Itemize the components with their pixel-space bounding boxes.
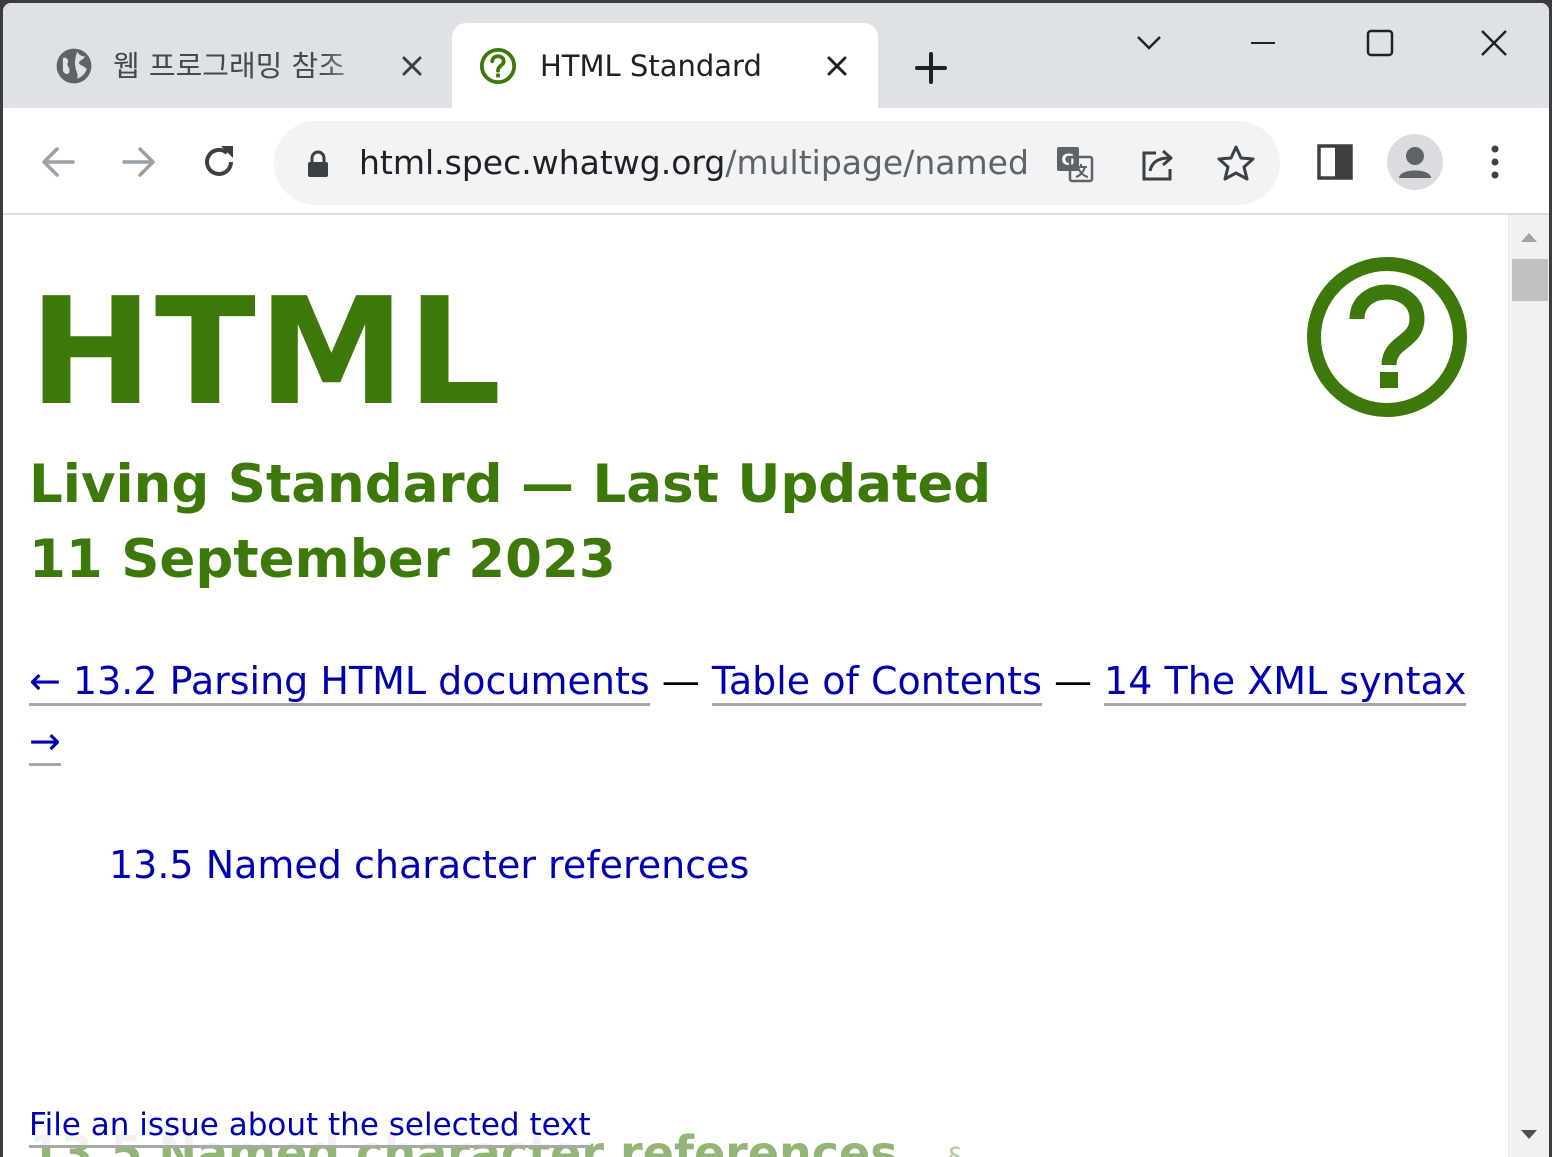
profile-avatar[interactable] (1387, 134, 1443, 190)
scrollbar-thumb[interactable] (1512, 259, 1548, 301)
lock-icon[interactable] (304, 149, 332, 179)
tab-html-standard[interactable]: HTML Standard (452, 23, 878, 108)
share-icon[interactable] (1136, 143, 1178, 185)
side-panel-icon[interactable] (1314, 141, 1356, 183)
tab-close-button[interactable] (395, 49, 429, 83)
page-content: HTML Living Standard — Last Updated 11 S… (3, 215, 1508, 1157)
globe-icon (56, 48, 92, 84)
toc-entry-named-character-references[interactable]: 13.5 Named character references (109, 840, 749, 890)
address-bar[interactable]: html.spec.whatwg.org/multipage/named... … (274, 121, 1280, 205)
prev-section-link[interactable]: ← 13.2 Parsing HTML documents (29, 659, 650, 706)
more-menu-icon[interactable] (1473, 140, 1517, 184)
svg-text:G: G (1061, 150, 1074, 169)
url-path: /multipage/named... (725, 143, 1029, 182)
vertical-scrollbar[interactable] (1508, 215, 1549, 1157)
tab-strip: 웹 프로그래밍 참조 HTML Standard (3, 3, 1549, 108)
new-tab-button[interactable] (909, 46, 953, 90)
browser-toolbar: html.spec.whatwg.org/multipage/named... … (3, 108, 1549, 215)
window-close-button[interactable] (1473, 23, 1513, 63)
close-icon (402, 56, 422, 76)
file-issue-link[interactable]: File an issue about the selected text (29, 1105, 591, 1148)
translate-icon[interactable]: G (1054, 143, 1096, 185)
minimize-button[interactable] (1243, 23, 1283, 63)
url-text[interactable]: html.spec.whatwg.org/multipage/named... (359, 141, 1029, 185)
tab-title: 웹 프로그래밍 참조 (113, 49, 345, 83)
close-icon (827, 56, 847, 76)
page-title: HTML (29, 266, 504, 438)
section-navigation: ← 13.2 Parsing HTML documents — Table of… (29, 651, 1469, 771)
maximize-button[interactable] (1359, 23, 1399, 63)
person-icon (1399, 147, 1431, 178)
browser-window: 웹 프로그래밍 참조 HTML Standard html.spec.whatw… (3, 3, 1549, 1157)
scroll-up-arrow-icon[interactable] (1519, 229, 1539, 245)
reload-button[interactable] (197, 140, 241, 184)
tab-web-programming-reference[interactable]: 웹 프로그래밍 참조 (41, 23, 449, 108)
tab-close-button[interactable] (820, 49, 854, 83)
page-subtitle: Living Standard — Last Updated 11 Septem… (29, 454, 992, 590)
url-host: html.spec.whatwg.org (359, 143, 726, 182)
back-button[interactable] (37, 140, 81, 184)
bookmark-star-icon[interactable] (1215, 143, 1257, 185)
section-anchor-link[interactable]: § (948, 1142, 963, 1157)
toc-link[interactable]: Table of Contents (711, 659, 1042, 706)
whatwg-logo-icon[interactable] (1305, 255, 1469, 419)
whatwg-question-icon (479, 47, 517, 85)
tab-title: HTML Standard (540, 49, 762, 83)
tab-search-chevron-icon[interactable] (1129, 23, 1169, 63)
forward-button[interactable] (116, 140, 160, 184)
nav-separator: — (649, 659, 712, 703)
scroll-down-arrow-icon[interactable] (1519, 1127, 1539, 1143)
nav-separator: — (1041, 659, 1105, 703)
